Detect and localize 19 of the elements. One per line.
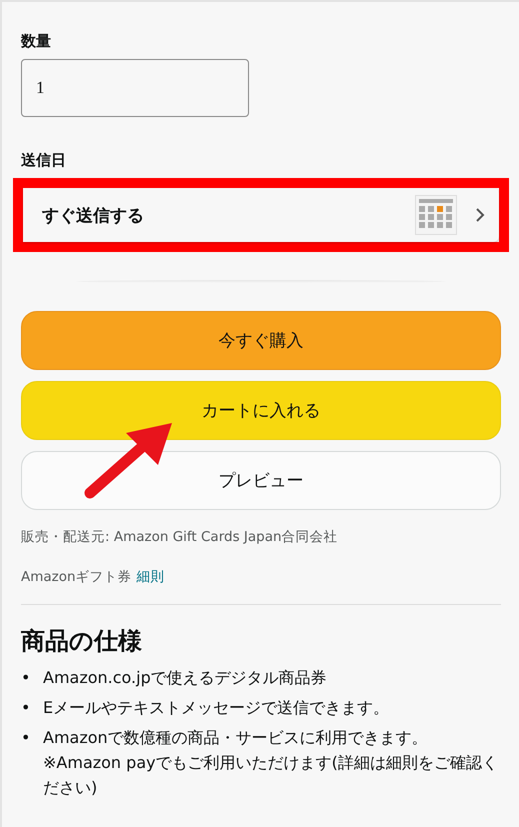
- terms-link[interactable]: 細則: [136, 569, 165, 585]
- bullet-mark: •: [21, 667, 32, 689]
- terms-text: Amazonギフト券: [21, 569, 132, 585]
- quantity-field[interactable]: 1: [21, 59, 249, 117]
- seller-info: 販売・配送元: Amazon Gift Cards Japan合同会社: [21, 528, 339, 546]
- preview-button[interactable]: プレビュー: [21, 451, 501, 510]
- add-to-cart-button[interactable]: カートに入れる: [21, 381, 501, 440]
- send-date-picker[interactable]: すぐ送信する: [23, 188, 499, 242]
- calendar-icon: [415, 195, 457, 235]
- spec-item: Amazonで数億種の商品・サービスに利用できます。※Amazon payでもご利用いただけます(詳細は細則をご確認ください): [43, 727, 499, 799]
- spec-item: Amazon.co.jpで使えるデジタル商品券: [43, 667, 328, 689]
- quantity-label: 数量: [21, 32, 52, 51]
- specs-heading: 商品の仕様: [21, 626, 143, 657]
- bullet-mark: •: [21, 727, 32, 749]
- buy-now-button[interactable]: 今すぐ購入: [21, 311, 501, 370]
- send-date-label: 送信日: [21, 151, 67, 170]
- chevron-right-icon: [475, 207, 485, 223]
- bullet-mark: •: [21, 697, 32, 719]
- spec-item: Eメールやテキストメッセージで送信できます。: [43, 697, 390, 719]
